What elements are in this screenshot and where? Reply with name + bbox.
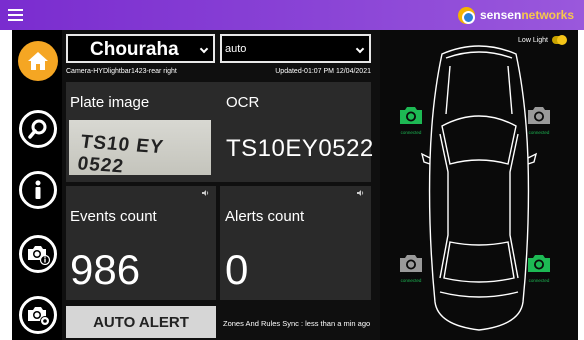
events-value: 986 xyxy=(70,246,141,293)
brand-name-light: networks xyxy=(521,8,574,22)
car-outline xyxy=(420,45,538,331)
sidebar xyxy=(12,30,62,340)
alerts-value: 0 xyxy=(225,246,249,293)
mode-select[interactable]: auto xyxy=(220,34,371,63)
auto-alert-button[interactable]: AUTO ALERT xyxy=(66,306,216,338)
chevron-down-icon xyxy=(355,44,365,54)
top-bar: sensennetworks xyxy=(0,0,584,30)
camera-status: connected xyxy=(400,278,422,283)
plate-photo-text: TS10 EY 0522 xyxy=(76,131,165,175)
search-button[interactable] xyxy=(19,110,57,148)
speaker-icon[interactable] xyxy=(357,190,365,196)
camera-settings-button[interactable] xyxy=(19,296,57,334)
plate-panel: Plate image TS10 EY 0522 OCR TS10EY0522 xyxy=(66,82,374,182)
camera-rear-right[interactable]: connected xyxy=(524,253,554,283)
speaker-icon[interactable] xyxy=(202,190,210,196)
home-icon xyxy=(28,52,48,70)
alerts-panel: Alerts count 0 xyxy=(220,186,371,300)
camera-icon xyxy=(400,107,422,124)
camera-info-bar: Camera-HYDlightbar1423-rear right Update… xyxy=(66,68,371,80)
chevron-down-icon xyxy=(199,44,209,54)
camera-info-icon xyxy=(28,246,51,265)
info-icon xyxy=(35,180,41,199)
plate-image-label: Plate image xyxy=(70,94,150,111)
updated-time: Updated-01:07 PM 12/04/2021 xyxy=(275,68,371,75)
brand-mark-icon xyxy=(457,6,475,24)
camera-status: connected xyxy=(528,130,550,135)
info-button[interactable] xyxy=(19,171,57,209)
events-label: Events count xyxy=(70,208,157,225)
camera-settings-icon xyxy=(28,307,50,326)
home-button[interactable] xyxy=(18,41,58,81)
camera-status: connected xyxy=(528,278,550,283)
camera-layout-panel: Low Light connected connected connected … xyxy=(380,30,578,340)
menu-icon[interactable] xyxy=(8,9,23,21)
mode-value: auto xyxy=(225,43,247,55)
brand-name-bold: sensen xyxy=(479,8,522,22)
camera-icon xyxy=(528,107,550,124)
camera-icon xyxy=(528,255,550,272)
camera-icon xyxy=(400,255,422,272)
search-icon xyxy=(28,119,47,139)
plate-image: TS10 EY 0522 xyxy=(69,120,211,175)
camera-info-button[interactable] xyxy=(19,235,57,273)
camera-status: connected xyxy=(400,130,422,135)
location-value: Chouraha xyxy=(90,39,179,60)
alerts-label: Alerts count xyxy=(225,208,305,225)
app-screen: Chouraha auto Camera-HYDlightbar1423-rea… xyxy=(12,30,578,340)
brand-logo: sensennetworks xyxy=(457,6,574,24)
camera-front-left[interactable]: connected xyxy=(396,105,426,135)
camera-name: Camera-HYDlightbar1423-rear right xyxy=(66,68,177,75)
camera-front-right[interactable]: connected xyxy=(524,105,554,135)
events-panel: Events count 986 xyxy=(66,186,216,300)
ocr-label: OCR xyxy=(226,94,260,111)
camera-rear-left[interactable]: connected xyxy=(396,253,426,283)
ocr-value: TS10EY0522 xyxy=(226,135,374,162)
location-select[interactable]: Chouraha xyxy=(66,34,215,63)
sync-status: Zones And Rules Sync : less than a min a… xyxy=(223,319,371,328)
